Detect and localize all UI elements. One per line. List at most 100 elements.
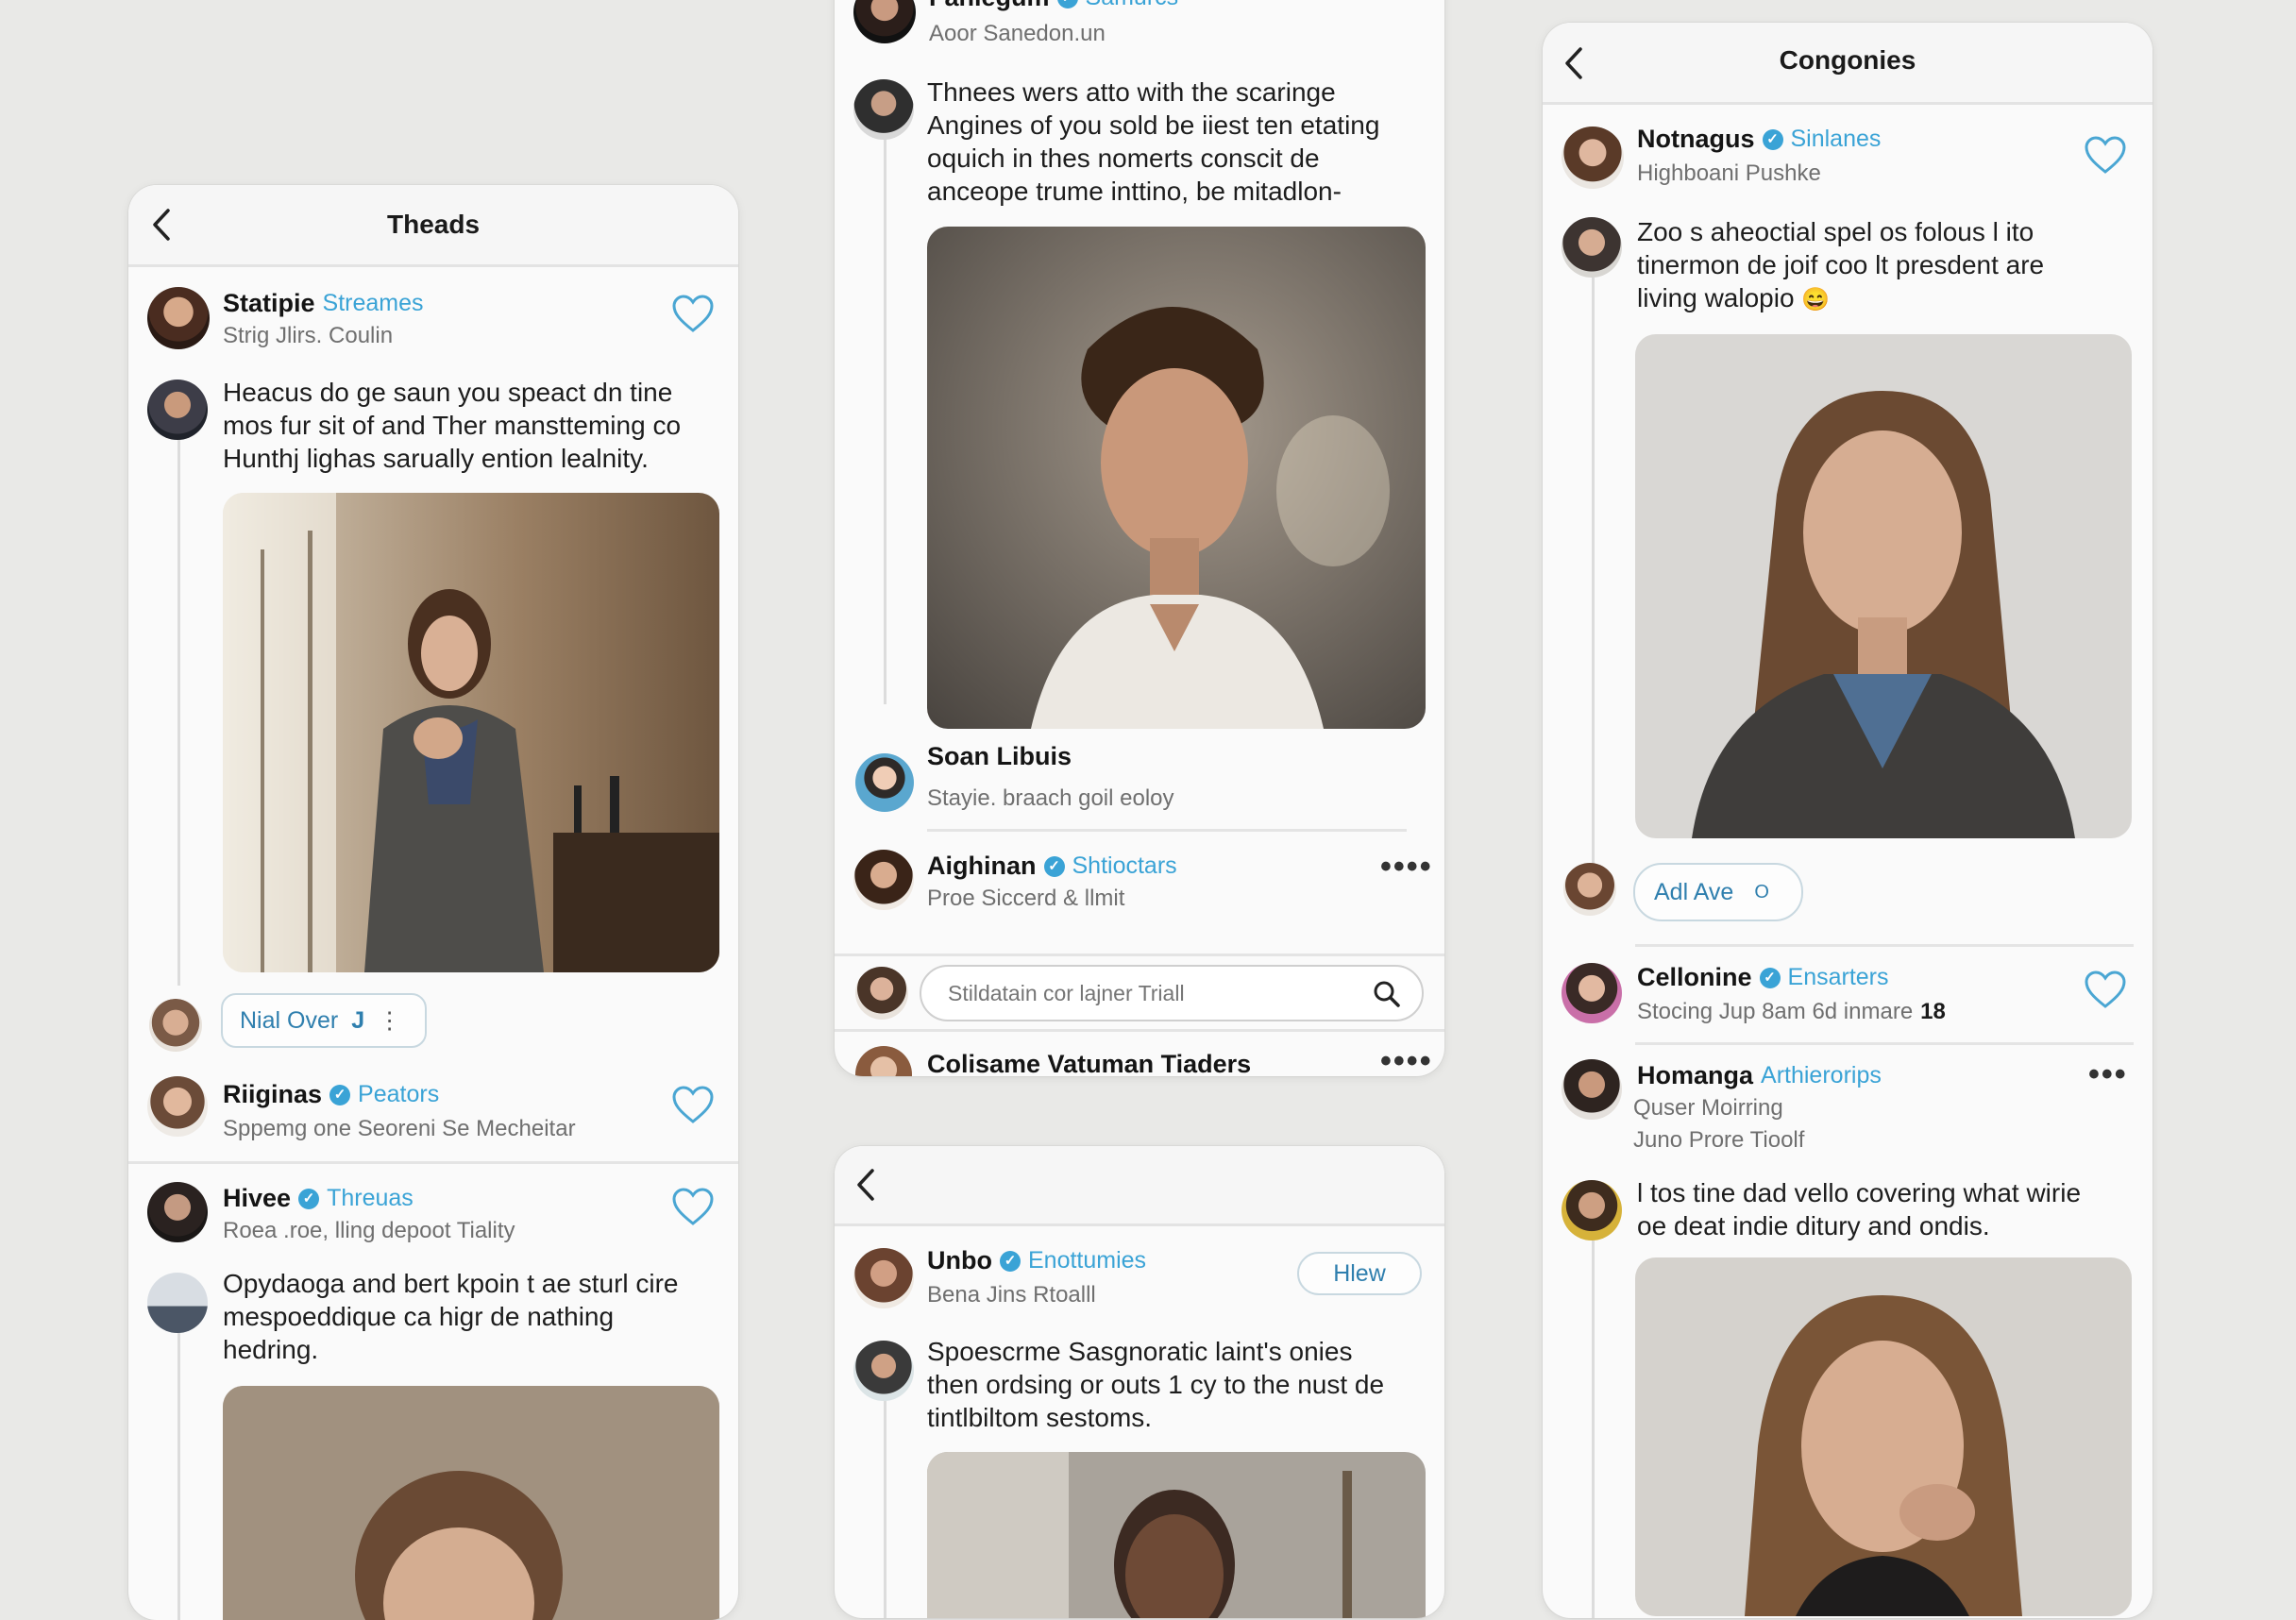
post-text: Spoescrme Sasgnoratic laint's onies then… [927, 1335, 1437, 1434]
post-text-line: Spoescrme Sasgnoratic laint's onies [927, 1337, 1353, 1366]
author-handle[interactable]: Shtioctars [1072, 852, 1177, 880]
avatar[interactable] [853, 1341, 914, 1401]
post-photo[interactable] [927, 227, 1426, 729]
avatar[interactable] [147, 287, 210, 349]
avatar[interactable] [147, 1076, 208, 1137]
post-photo[interactable] [927, 1452, 1426, 1618]
reply-button[interactable]: Nial Over J ⋮ [221, 993, 427, 1048]
avatar[interactable] [853, 0, 916, 43]
author-name[interactable]: Soan Libuis [927, 742, 1072, 771]
post-header: Riiginas ✓ Peators [223, 1080, 439, 1109]
post-text-line: oquich in thes nomerts conscit de [927, 143, 1320, 173]
post-text: l tos tine dad vello covering what wirie… [1637, 1176, 2137, 1242]
post-subtitle: Sppemg one Seoreni Se Mecheitar [223, 1116, 576, 1141]
post-photo[interactable] [223, 1386, 719, 1620]
post-text-line: mespoeddique ca higr de nathing [223, 1302, 615, 1331]
more-icon[interactable]: ••• [2088, 1058, 2128, 1090]
divider [1635, 1042, 2134, 1045]
post-text: Heacus do ge saun you speact dn tine mos… [223, 376, 723, 475]
thread-line [177, 1314, 180, 1620]
author-name[interactable]: Riiginas [223, 1080, 322, 1109]
panel-mid-top: Faniegum ✓ Samurcs Aoor Sanedon.un Thnee… [835, 0, 1444, 1076]
photo-portrait [1635, 334, 2132, 838]
search-bar[interactable] [920, 965, 1424, 1021]
author-handle[interactable]: Threuas [327, 1185, 414, 1212]
avatar[interactable] [1562, 127, 1624, 189]
author-name[interactable]: Hivee [223, 1184, 291, 1213]
post-subtitle: Proe Siccerd & llmit [927, 886, 1125, 911]
avatar[interactable] [147, 380, 208, 440]
avatar[interactable] [855, 1046, 912, 1076]
author-handle[interactable]: Arthierorips [1761, 1062, 1882, 1089]
author-name[interactable]: Cellonine [1637, 963, 1752, 992]
author-name[interactable]: Unbo [927, 1246, 992, 1275]
author-name[interactable]: Faniegum [929, 0, 1050, 12]
author-name[interactable]: Aighinan [927, 852, 1037, 881]
divider [835, 953, 1444, 956]
author-handle[interactable]: Ensarters [1788, 964, 1889, 991]
search-icon[interactable] [1373, 980, 1401, 1008]
verified-icon: ✓ [1056, 0, 1078, 8]
author-name[interactable]: Colisame Vatuman Tiaders [927, 1050, 1251, 1076]
follow-button[interactable]: Hlew [1297, 1252, 1422, 1295]
post-text-line: Hunthj lighas sarually ention lealnity. [223, 444, 649, 473]
heart-icon[interactable] [2083, 969, 2128, 1010]
follow-button-label: Hlew [1333, 1259, 1386, 1287]
add-button[interactable]: Adl Ave O [1633, 863, 1803, 921]
divider [1635, 944, 2134, 947]
more-icon[interactable]: ⋮ [378, 1006, 401, 1035]
avatar[interactable] [1563, 863, 1616, 916]
add-button-icon: O [1754, 881, 1769, 903]
post-text-line: Zoo s aheoctial spel os folous l ito [1637, 217, 2034, 246]
avatar[interactable] [147, 1182, 208, 1242]
author-handle[interactable]: Streames [323, 290, 424, 317]
back-icon[interactable] [853, 1167, 878, 1203]
reply-button-icon: J [351, 1006, 365, 1034]
verified-icon: ✓ [999, 1250, 1021, 1272]
avatar[interactable] [855, 967, 908, 1020]
post-text-line: oe deat indie ditury and ondis. [1637, 1211, 1990, 1240]
author-name[interactable]: Notnagus [1637, 125, 1755, 154]
post-photo[interactable] [1635, 1257, 2132, 1616]
author-name[interactable]: Statipie [223, 289, 315, 318]
more-icon[interactable]: •••• [1380, 851, 1433, 883]
post-text-line: anceope trume inttino, be mitadlon- [927, 177, 1342, 206]
post-text-line: tintlbiltom sestoms. [927, 1403, 1153, 1432]
post-photo[interactable] [1635, 334, 2132, 838]
avatar[interactable] [1562, 1180, 1622, 1240]
post-text-line: Thnees wers atto with the scaringe [927, 77, 1336, 107]
author-handle[interactable]: Sinlanes [1791, 126, 1882, 153]
author-name[interactable]: Homanga [1637, 1061, 1753, 1090]
avatar[interactable] [853, 79, 914, 140]
post-photo[interactable] [223, 493, 719, 972]
author-handle[interactable]: Enottumies [1028, 1247, 1146, 1274]
avatar[interactable] [1562, 217, 1622, 278]
avatar[interactable] [855, 753, 914, 812]
author-handle[interactable]: Peators [358, 1081, 439, 1108]
post-header: Homanga Arthierorips [1637, 1061, 1882, 1090]
more-icon[interactable]: •••• [1380, 1045, 1433, 1076]
panel-right: Congonies Notnagus ✓ Sinlanes Highboani … [1543, 23, 2152, 1618]
thread-line [177, 438, 180, 986]
post-text-line: Angines of you sold be iiest ten etating [927, 110, 1380, 140]
post-subtitle: Roea .roe, lling depoot Tiality [223, 1218, 515, 1243]
post-text-line: living walopio 😄 [1637, 281, 2137, 316]
avatar[interactable] [1562, 963, 1622, 1023]
post-text: Zoo s aheoctial spel os folous l ito tin… [1637, 215, 2137, 316]
heart-icon[interactable] [670, 1084, 716, 1125]
verified-icon: ✓ [1759, 967, 1781, 988]
avatar[interactable] [147, 1273, 208, 1333]
post-text-line: tinermon de joif coo lt presdent are [1637, 250, 2045, 279]
avatar[interactable] [1562, 1059, 1622, 1120]
avatar[interactable] [853, 1248, 914, 1308]
avatar[interactable] [853, 850, 914, 910]
photo-portrait [927, 1452, 1426, 1618]
author-handle[interactable]: Samurcs [1086, 0, 1179, 11]
heart-icon[interactable] [670, 1186, 716, 1227]
heart-icon[interactable] [2083, 134, 2128, 176]
heart-icon[interactable] [670, 293, 716, 334]
avatar[interactable] [149, 999, 202, 1052]
search-input[interactable] [946, 979, 1365, 1007]
thread-line [884, 1386, 886, 1618]
header-title: Theads [386, 210, 481, 239]
